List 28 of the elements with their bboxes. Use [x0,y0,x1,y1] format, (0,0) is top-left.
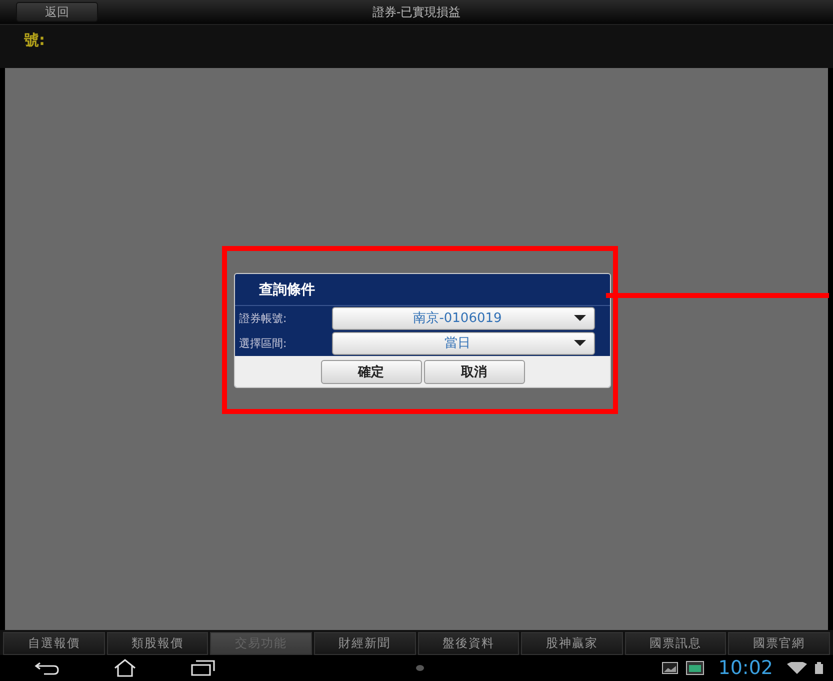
account-label: 號: [24,31,45,49]
field-label: 證券帳號: [239,310,288,326]
tab[interactable]: 自選報價 [3,632,105,655]
dialog-button[interactable]: 取消 [424,360,524,384]
dropdown[interactable]: 當日 [332,332,595,354]
battery-icon [815,662,823,674]
image-icon [662,662,678,674]
screen-title: 證券-已實現損益 [372,4,461,18]
caret-icon [574,340,586,346]
screenshot-icon [686,661,704,675]
wifi-icon [787,662,807,674]
dropdown[interactable]: 南京-0106019 [332,306,595,330]
tab[interactable]: 國票訊息 [624,632,726,655]
dot-icon [416,665,424,671]
field-label: 選擇區間: [239,336,288,350]
clock: 10:02 [718,657,773,679]
tab[interactable]: 國票官網 [728,632,830,655]
recent-apps-icon[interactable] [190,660,216,676]
tab[interactable]: 類股報價 [106,632,208,655]
tab[interactable]: 財經新聞 [314,632,416,655]
caret-icon [574,315,586,321]
dialog-title: 查詢條件 [259,280,315,298]
tab[interactable]: 盤後資料 [418,632,520,655]
back-button[interactable]: 返回 [16,2,98,22]
tab[interactable]: 股神贏家 [521,632,623,655]
back-icon[interactable] [34,661,60,675]
home-icon[interactable] [113,659,137,677]
dialog-button[interactable]: 確定 [320,360,422,384]
